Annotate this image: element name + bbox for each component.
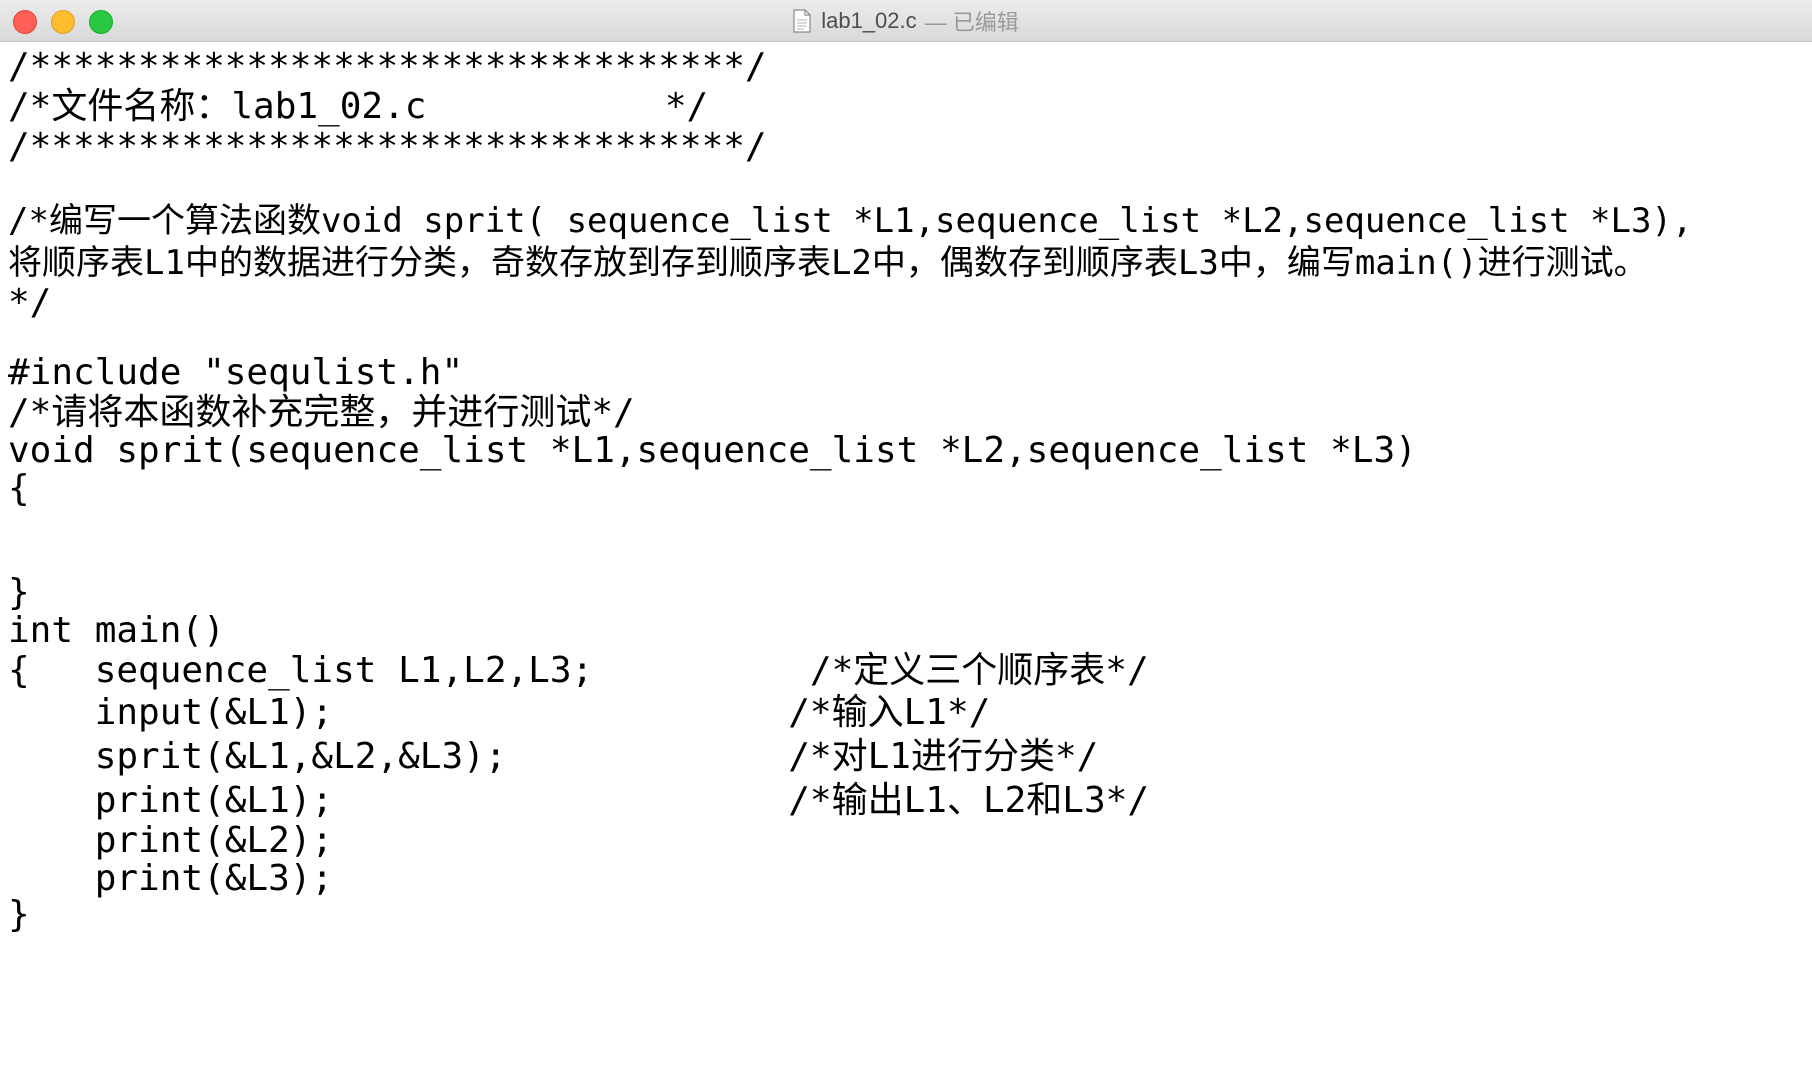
minimize-window-button[interactable] [51,10,75,34]
text-editor-area[interactable]: /*********************************/ /*文件… [0,42,1812,1086]
window-titlebar[interactable]: lab1_02.c — 已编辑 [0,0,1812,42]
close-window-button[interactable] [13,10,37,34]
window-title-group: lab1_02.c — 已编辑 [0,0,1812,42]
code-line-1[interactable]: /*********************************/ [8,46,767,88]
code-line-18[interactable]: input(&L1); /*输入L1*/ [8,692,991,734]
code-line-3[interactable]: /*********************************/ [8,126,767,168]
code-line-23[interactable]: } [8,894,30,936]
code-line-5[interactable]: /*编写一个算法函数void sprit( sequence_list *L1,… [8,200,1692,242]
window-title: lab1_02.c [821,8,917,33]
code-line-21[interactable]: print(&L2); [8,820,333,862]
code-line-12[interactable]: { [8,468,30,510]
code-line-16[interactable]: int main() [8,610,225,652]
code-line-7[interactable]: */ [8,282,51,324]
code-line-9[interactable]: #include "sequlist.h" [8,352,463,394]
zoom-window-button[interactable] [89,10,113,34]
edited-status: — 已编辑 [924,10,1019,35]
code-line-17[interactable]: { sequence_list L1,L2,L3; /*定义三个顺序表*/ [8,650,1149,692]
code-line-10[interactable]: /*请将本函数补充完整，并进行测试*/ [8,392,635,434]
document-icon [793,9,811,33]
code-line-11[interactable]: void sprit(sequence_list *L1,sequence_li… [8,430,1417,472]
code-line-20[interactable]: print(&L1); /*输出L1、L2和L3*/ [8,780,1149,822]
code-line-22[interactable]: print(&L3); [8,858,333,900]
code-line-19[interactable]: sprit(&L1,&L2,&L3); /*对L1进行分类*/ [8,736,1099,778]
code-line-15[interactable]: } [8,572,30,614]
code-line-2[interactable]: /*文件名称：lab1_02.c */ [8,86,708,128]
code-line-6[interactable]: 将顺序表L1中的数据进行分类，奇数存放到存到顺序表L2中，偶数存到顺序表L3中，… [8,242,1648,284]
